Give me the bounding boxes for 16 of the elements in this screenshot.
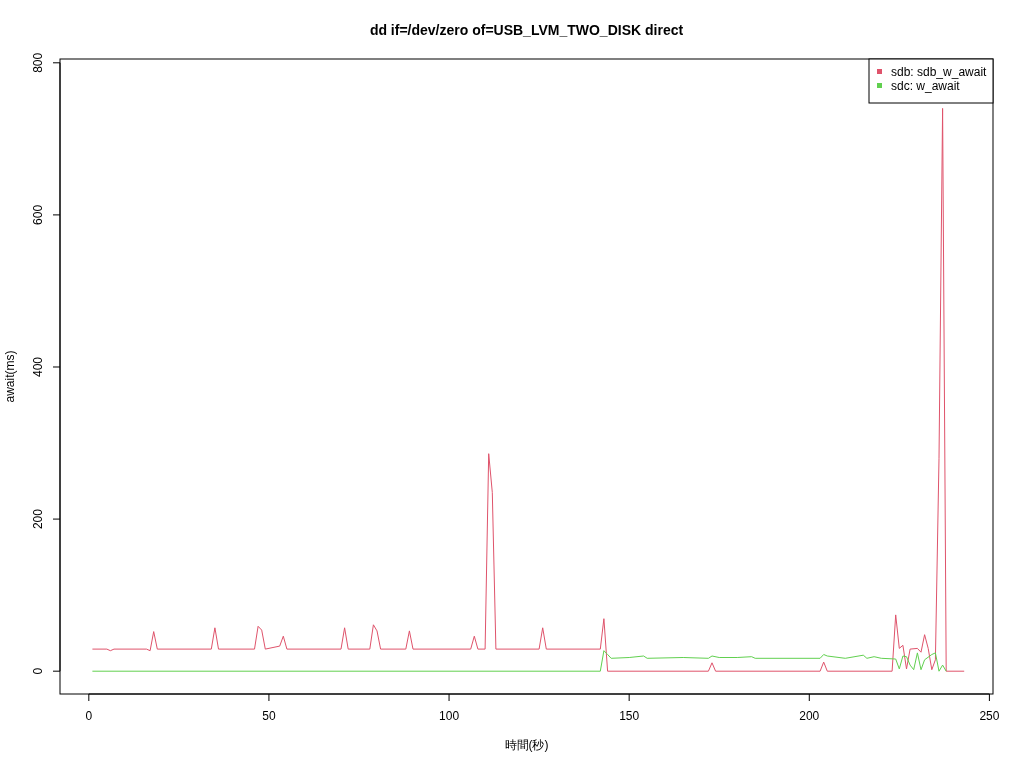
- axis-tick-label: 600: [31, 204, 45, 225]
- chart-title: dd if=/dev/zero of=USB_LVM_TWO_DISK direct: [369, 22, 684, 38]
- axis-tick-label: 200: [31, 509, 45, 530]
- legend-label: sdc: w_await: [891, 79, 960, 93]
- axis-tick-label: 0: [31, 667, 45, 675]
- legend-label: sdb: sdb_w_await: [891, 65, 987, 79]
- axis-tick-label: 100: [439, 709, 460, 723]
- x-axis-label: 時間(秒): [504, 738, 549, 752]
- axis-tick-label: 0: [85, 709, 93, 723]
- axis-tick-label: 50: [262, 709, 276, 723]
- axis-tick-label: 800: [31, 52, 45, 73]
- axis-tick-label: 250: [979, 709, 1000, 723]
- y-axis-label: await(ms): [3, 350, 17, 403]
- axis-tick-label: 200: [799, 709, 820, 723]
- axis-tick-label: 400: [31, 357, 45, 377]
- axis-tick-label: 150: [619, 709, 640, 723]
